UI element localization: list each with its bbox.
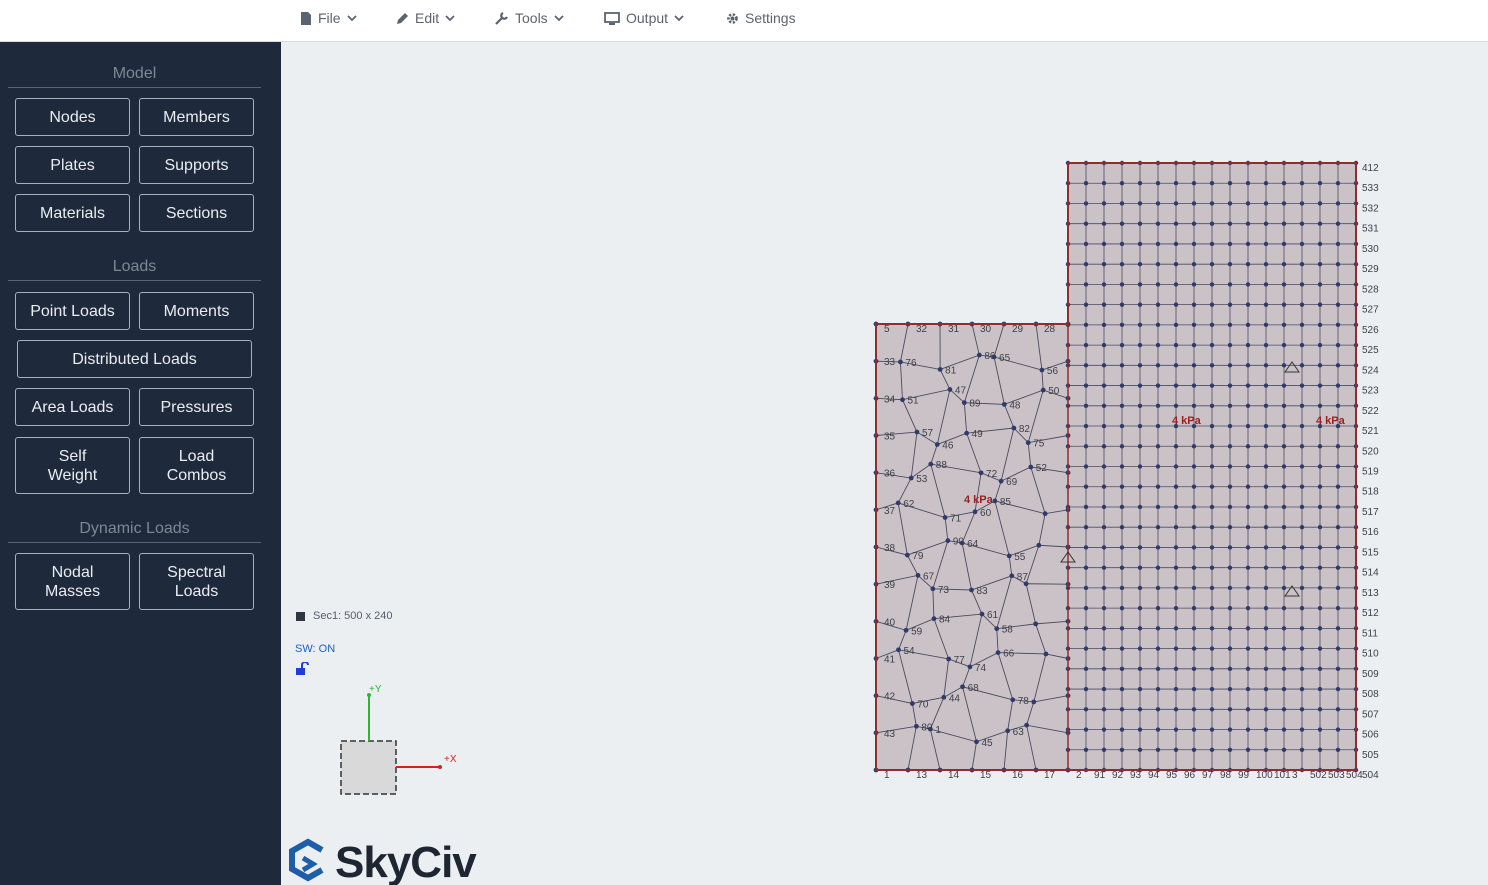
nodal-masses-label-line1: Nodal <box>51 563 94 581</box>
spectral-loads-label-line1: Spectral <box>167 563 226 581</box>
nodal-masses-button[interactable]: Nodal Masses <box>15 553 130 610</box>
load-combos-label-line1: Load <box>178 447 215 465</box>
sections-button[interactable]: Sections <box>139 194 254 232</box>
settings-menu-label: Settings <box>745 10 796 26</box>
skyciv-logo-text: SkyCiv <box>335 838 477 885</box>
section-info-label: Sec1: 500 x 240 <box>313 610 393 622</box>
chevron-down-icon <box>674 14 684 21</box>
section-divider <box>8 87 261 88</box>
section-divider <box>8 542 261 543</box>
chevron-down-icon <box>554 14 564 21</box>
edit-menu[interactable]: Edit <box>396 0 455 36</box>
area-loads-button[interactable]: Area Loads <box>15 388 130 426</box>
self-weight-status[interactable]: SW: ON <box>295 643 335 655</box>
dynamic-loads-section-title: Dynamic Loads <box>79 520 190 537</box>
gear-icon <box>727 12 738 24</box>
distributed-loads-button[interactable]: Distributed Loads <box>17 340 252 378</box>
moments-button[interactable]: Moments <box>139 292 254 330</box>
plates-button[interactable]: Plates <box>15 146 130 184</box>
materials-button[interactable]: Materials <box>15 194 130 232</box>
nodal-masses-label-line2: Masses <box>44 582 101 600</box>
file-menu-label: File <box>318 10 341 26</box>
pencil-icon <box>397 12 408 24</box>
model-section-title: Model <box>112 65 157 82</box>
nodes-button[interactable]: Nodes <box>15 98 130 136</box>
section-color-swatch <box>296 612 305 621</box>
file-menu[interactable]: File <box>300 0 357 36</box>
point-loads-button[interactable]: Point Loads <box>15 292 130 330</box>
loads-section-title: Loads <box>112 258 157 275</box>
output-menu[interactable]: Output <box>604 0 684 36</box>
spectral-loads-label-line2: Loads <box>174 582 219 600</box>
wrench-icon <box>495 12 508 25</box>
tools-menu-label: Tools <box>515 10 548 26</box>
top-menu-bar: File Edit Tools Output Settings <box>0 0 1488 42</box>
load-combos-label-line2: Combos <box>166 466 227 484</box>
chevron-down-icon <box>346 14 357 21</box>
self-weight-label-line1: Self <box>58 447 87 465</box>
file-icon <box>301 11 311 25</box>
unlock-icon[interactable] <box>295 662 309 676</box>
monitor-icon <box>604 11 620 25</box>
self-weight-label-line2: Weight <box>47 466 98 484</box>
section-divider <box>8 280 261 281</box>
output-menu-label: Output <box>626 10 669 26</box>
chevron-down-icon <box>445 14 455 21</box>
tools-menu[interactable]: Tools <box>495 0 564 36</box>
self-weight-button[interactable]: Self Weight <box>15 437 130 494</box>
sidebar: Model Nodes Members Plates Supports Mate… <box>0 42 281 885</box>
supports-button[interactable]: Supports <box>139 146 254 184</box>
edit-menu-label: Edit <box>415 10 440 26</box>
load-combos-button[interactable]: Load Combos <box>139 437 254 494</box>
spectral-loads-button[interactable]: Spectral Loads <box>139 553 254 610</box>
pressures-button[interactable]: Pressures <box>139 388 254 426</box>
members-button[interactable]: Members <box>139 98 254 136</box>
settings-menu[interactable]: Settings <box>726 0 796 36</box>
model-canvas[interactable]: Sec1: 500 x 240 SW: ON <box>281 42 1488 885</box>
